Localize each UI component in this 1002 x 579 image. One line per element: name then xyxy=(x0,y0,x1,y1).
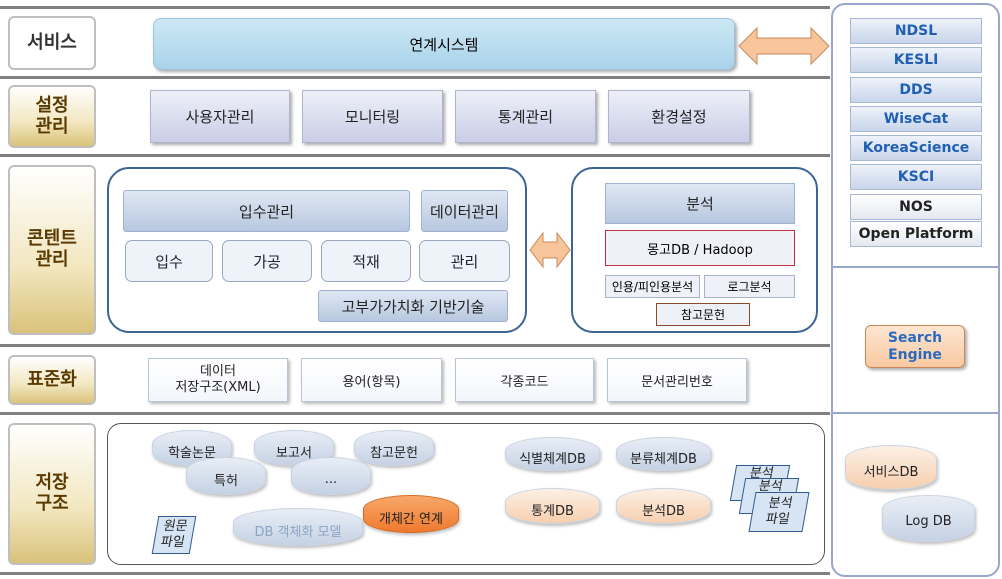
double-arrow-icon xyxy=(738,26,830,66)
settings-user-mgmt: 사용자관리 xyxy=(150,90,290,143)
db-object-model: DB 객체화 모델 xyxy=(233,508,363,546)
std-doc-number: 문서관리번호 xyxy=(607,358,747,402)
analysis-engine: 몽고DB / Hadoop xyxy=(605,230,795,266)
system-koreascience: KoreaScience xyxy=(850,135,982,161)
step-manage: 관리 xyxy=(419,240,510,282)
db-service: 서비스DB xyxy=(845,445,937,490)
db-log: Log DB xyxy=(882,495,975,542)
citation-analysis: 인용/피인용분석 xyxy=(605,275,700,298)
high-value-tech: 고부가가치화 기반기술 xyxy=(318,290,508,322)
db-more: ... xyxy=(291,457,371,495)
step-load: 적재 xyxy=(321,240,411,282)
std-codes: 각종코드 xyxy=(455,358,594,402)
inter-object-link: 개체간 연계 xyxy=(363,495,459,533)
divider xyxy=(832,266,1000,268)
step-acquire: 입수 xyxy=(125,240,213,282)
step-process: 가공 xyxy=(222,240,312,282)
settings-stats-mgmt: 통계관리 xyxy=(455,90,596,143)
system-nos: NOS xyxy=(850,194,982,220)
system-wisecat: WiseCat xyxy=(850,106,982,132)
row-label-service: 서비스 xyxy=(8,16,96,70)
system-ndsl: NDSL xyxy=(850,18,982,44)
system-open-platform: Open Platform xyxy=(850,221,982,247)
divider xyxy=(0,412,830,415)
system-dds: DDS xyxy=(850,77,982,103)
std-data-structure: 데이터 저장구조(XML) xyxy=(148,358,288,402)
db-references: 참고문헌 xyxy=(354,430,434,466)
analysis-title: 분석 xyxy=(605,183,795,224)
settings-monitoring: 모니터링 xyxy=(302,90,443,143)
search-engine: Search Engine xyxy=(865,325,965,368)
reference-analysis: 참고문헌 xyxy=(656,303,750,326)
std-terms: 용어(항목) xyxy=(301,358,442,402)
log-analysis: 로그분석 xyxy=(704,275,795,298)
db-statistics: 통계DB xyxy=(505,488,600,524)
divider xyxy=(0,344,830,347)
acquisition-mgmt: 입수관리 xyxy=(123,190,410,232)
analysis-file: 분석 파일 xyxy=(748,492,810,532)
original-file: 원문 파일 xyxy=(151,516,197,554)
row-label-storage: 저장 구조 xyxy=(8,423,96,565)
db-patents: 특허 xyxy=(186,457,266,495)
data-mgmt: 데이터관리 xyxy=(421,190,508,232)
db-analysis: 분석DB xyxy=(616,488,711,524)
db-identification: 식별체계DB xyxy=(505,437,600,471)
divider xyxy=(832,412,1000,414)
db-classification: 분류체계DB xyxy=(616,437,711,471)
divider xyxy=(0,154,830,157)
row-label-settings: 설정 관리 xyxy=(8,85,96,148)
double-arrow-icon xyxy=(529,231,571,269)
divider xyxy=(0,572,830,575)
system-kesli: KESLI xyxy=(850,47,982,73)
linkage-system-bar: 연계시스템 xyxy=(153,18,735,70)
row-label-standard: 표준화 xyxy=(8,355,96,405)
row-label-content: 콘텐트 관리 xyxy=(8,165,96,335)
divider xyxy=(0,6,830,9)
divider xyxy=(0,76,830,79)
settings-env: 환경설정 xyxy=(608,90,750,143)
system-ksci: KSCI xyxy=(850,164,982,190)
